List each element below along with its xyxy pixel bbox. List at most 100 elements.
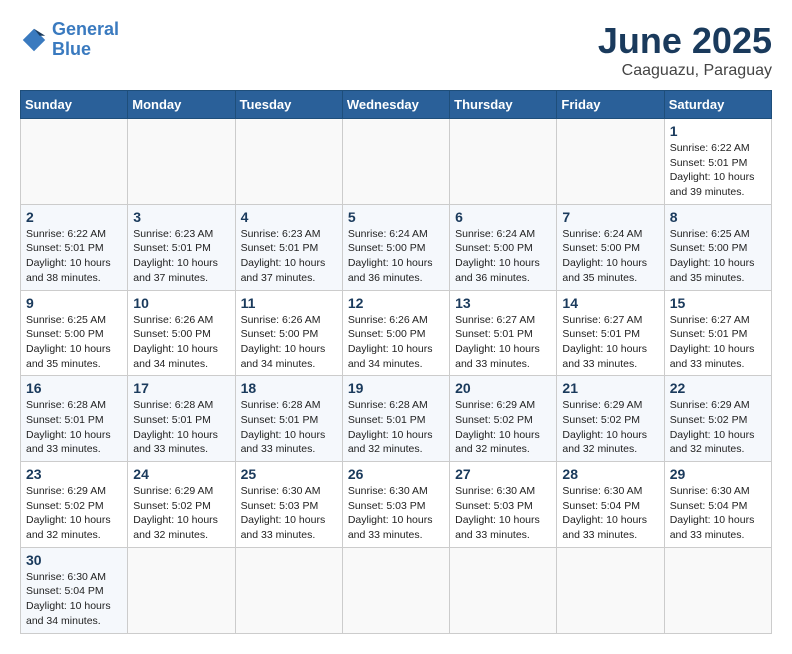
day-number: 12	[348, 295, 444, 311]
calendar-cell: 3Sunrise: 6:23 AM Sunset: 5:01 PM Daylig…	[128, 204, 235, 290]
day-info: Sunrise: 6:29 AM Sunset: 5:02 PM Dayligh…	[26, 484, 122, 543]
calendar-cell: 26 Sunrise: 6:30 AM Sunset: 5:03 PM Dayli…	[342, 462, 449, 548]
day-number: 17	[133, 380, 229, 396]
calendar-cell: 8 Sunrise: 6:25 AM Sunset: 5:00 PM Daylig…	[664, 204, 771, 290]
day-number: 27	[455, 466, 551, 482]
day-info: Sunrise: 6:27 AM Sunset: 5:01 PM Dayligh…	[455, 313, 551, 372]
day-info: Sunrise: 6:30 AM Sunset: 5:04 PM Dayligh…	[670, 484, 766, 543]
day-info: Sunrise: 6:26 AM Sunset: 5:00 PM Dayligh…	[133, 313, 229, 372]
calendar-table: Sunday Monday Tuesday Wednesday Thursday…	[20, 90, 772, 634]
calendar-cell	[21, 119, 128, 205]
day-info: Sunrise: 6:29 AM Sunset: 5:02 PM Dayligh…	[562, 398, 658, 457]
day-number: 29	[670, 466, 766, 482]
col-monday: Monday	[128, 91, 235, 119]
col-sunday: Sunday	[21, 91, 128, 119]
day-info: Sunrise: 6:28 AM Sunset: 5:01 PM Dayligh…	[348, 398, 444, 457]
day-number: 25	[241, 466, 337, 482]
week-row-5: 23 Sunrise: 6:29 AM Sunset: 5:02 PM Dayli…	[21, 462, 772, 548]
calendar-cell: 13 Sunrise: 6:27 AM Sunset: 5:01 PM Dayli…	[450, 290, 557, 376]
calendar-cell	[342, 547, 449, 633]
day-number: 16	[26, 380, 122, 396]
day-info: Sunrise: 6:22 AM Sunset: 5:01 PM Dayligh…	[26, 227, 122, 286]
day-number: 13	[455, 295, 551, 311]
day-info: Sunrise: 6:23 AM Sunset: 5:01 PM Dayligh…	[241, 227, 337, 286]
logo: GeneralBlue	[20, 20, 119, 60]
calendar-cell: 1Sunrise: 6:22 AM Sunset: 5:01 PM Daylig…	[664, 119, 771, 205]
day-number: 23	[26, 466, 122, 482]
calendar-cell: 20 Sunrise: 6:29 AM Sunset: 5:02 PM Dayli…	[450, 376, 557, 462]
calendar-cell: 18Sunrise: 6:28 AM Sunset: 5:01 PM Dayli…	[235, 376, 342, 462]
calendar-cell: 24 Sunrise: 6:29 AM Sunset: 5:02 PM Dayli…	[128, 462, 235, 548]
calendar-cell	[450, 547, 557, 633]
day-number: 14	[562, 295, 658, 311]
day-info: Sunrise: 6:30 AM Sunset: 5:03 PM Dayligh…	[348, 484, 444, 543]
calendar-cell	[235, 547, 342, 633]
day-number: 30	[26, 552, 122, 568]
day-info: Sunrise: 6:28 AM Sunset: 5:01 PM Dayligh…	[26, 398, 122, 457]
day-info: Sunrise: 6:28 AM Sunset: 5:01 PM Dayligh…	[241, 398, 337, 457]
calendar-cell: 14 Sunrise: 6:27 AM Sunset: 5:01 PM Dayli…	[557, 290, 664, 376]
day-number: 19	[348, 380, 444, 396]
day-info: Sunrise: 6:23 AM Sunset: 5:01 PM Dayligh…	[133, 227, 229, 286]
week-row-1: 1Sunrise: 6:22 AM Sunset: 5:01 PM Daylig…	[21, 119, 772, 205]
day-info: Sunrise: 6:29 AM Sunset: 5:02 PM Dayligh…	[670, 398, 766, 457]
day-info: Sunrise: 6:30 AM Sunset: 5:04 PM Dayligh…	[562, 484, 658, 543]
calendar-cell: 10 Sunrise: 6:26 AM Sunset: 5:00 PM Dayli…	[128, 290, 235, 376]
calendar-cell: 16 Sunrise: 6:28 AM Sunset: 5:01 PM Dayli…	[21, 376, 128, 462]
calendar-cell: 21 Sunrise: 6:29 AM Sunset: 5:02 PM Dayli…	[557, 376, 664, 462]
calendar-cell: 17 Sunrise: 6:28 AM Sunset: 5:01 PM Dayli…	[128, 376, 235, 462]
day-number: 4	[241, 209, 337, 225]
week-row-2: 2 Sunrise: 6:22 AM Sunset: 5:01 PM Daylig…	[21, 204, 772, 290]
calendar-cell: 29 Sunrise: 6:30 AM Sunset: 5:04 PM Dayli…	[664, 462, 771, 548]
calendar-cell: 27Sunrise: 6:30 AM Sunset: 5:03 PM Dayli…	[450, 462, 557, 548]
day-info: Sunrise: 6:26 AM Sunset: 5:00 PM Dayligh…	[241, 313, 337, 372]
day-number: 21	[562, 380, 658, 396]
location: Caaguazu, Paraguay	[598, 62, 772, 80]
day-number: 5	[348, 209, 444, 225]
day-number: 10	[133, 295, 229, 311]
calendar-cell: 28 Sunrise: 6:30 AM Sunset: 5:04 PM Dayli…	[557, 462, 664, 548]
day-info: Sunrise: 6:27 AM Sunset: 5:01 PM Dayligh…	[562, 313, 658, 372]
day-info: Sunrise: 6:22 AM Sunset: 5:01 PM Dayligh…	[670, 141, 766, 200]
calendar-cell: 30 Sunrise: 6:30 AM Sunset: 5:04 PM Dayli…	[21, 547, 128, 633]
month-title: June 2025	[598, 20, 772, 62]
calendar-cell: 23 Sunrise: 6:29 AM Sunset: 5:02 PM Dayli…	[21, 462, 128, 548]
day-info: Sunrise: 6:28 AM Sunset: 5:01 PM Dayligh…	[133, 398, 229, 457]
day-info: Sunrise: 6:25 AM Sunset: 5:00 PM Dayligh…	[26, 313, 122, 372]
day-number: 7	[562, 209, 658, 225]
day-info: Sunrise: 6:25 AM Sunset: 5:00 PM Dayligh…	[670, 227, 766, 286]
day-info: Sunrise: 6:29 AM Sunset: 5:02 PM Dayligh…	[133, 484, 229, 543]
day-number: 20	[455, 380, 551, 396]
calendar-cell: 22Sunrise: 6:29 AM Sunset: 5:02 PM Dayli…	[664, 376, 771, 462]
day-number: 6	[455, 209, 551, 225]
day-number: 8	[670, 209, 766, 225]
day-number: 26	[348, 466, 444, 482]
day-number: 2	[26, 209, 122, 225]
day-number: 24	[133, 466, 229, 482]
calendar-cell: 9 Sunrise: 6:25 AM Sunset: 5:00 PM Daylig…	[21, 290, 128, 376]
calendar-cell: 5 Sunrise: 6:24 AM Sunset: 5:00 PM Daylig…	[342, 204, 449, 290]
title-area: June 2025 Caaguazu, Paraguay	[598, 20, 772, 80]
calendar-cell: 15Sunrise: 6:27 AM Sunset: 5:01 PM Dayli…	[664, 290, 771, 376]
day-info: Sunrise: 6:26 AM Sunset: 5:00 PM Dayligh…	[348, 313, 444, 372]
calendar-cell: 7Sunrise: 6:24 AM Sunset: 5:00 PM Daylig…	[557, 204, 664, 290]
calendar-cell: 19 Sunrise: 6:28 AM Sunset: 5:01 PM Dayli…	[342, 376, 449, 462]
calendar-cell	[128, 119, 235, 205]
day-number: 28	[562, 466, 658, 482]
day-info: Sunrise: 6:30 AM Sunset: 5:03 PM Dayligh…	[241, 484, 337, 543]
col-friday: Friday	[557, 91, 664, 119]
week-row-4: 16 Sunrise: 6:28 AM Sunset: 5:01 PM Dayli…	[21, 376, 772, 462]
day-info: Sunrise: 6:30 AM Sunset: 5:04 PM Dayligh…	[26, 570, 122, 629]
week-row-6: 30 Sunrise: 6:30 AM Sunset: 5:04 PM Dayli…	[21, 547, 772, 633]
day-info: Sunrise: 6:24 AM Sunset: 5:00 PM Dayligh…	[348, 227, 444, 286]
day-number: 15	[670, 295, 766, 311]
week-row-3: 9 Sunrise: 6:25 AM Sunset: 5:00 PM Daylig…	[21, 290, 772, 376]
calendar-cell: 6Sunrise: 6:24 AM Sunset: 5:00 PM Daylig…	[450, 204, 557, 290]
col-wednesday: Wednesday	[342, 91, 449, 119]
page-header: GeneralBlue June 2025 Caaguazu, Paraguay	[20, 20, 772, 80]
calendar-cell	[664, 547, 771, 633]
logo-icon	[20, 26, 48, 54]
calendar-cell	[235, 119, 342, 205]
day-number: 9	[26, 295, 122, 311]
day-info: Sunrise: 6:29 AM Sunset: 5:02 PM Dayligh…	[455, 398, 551, 457]
